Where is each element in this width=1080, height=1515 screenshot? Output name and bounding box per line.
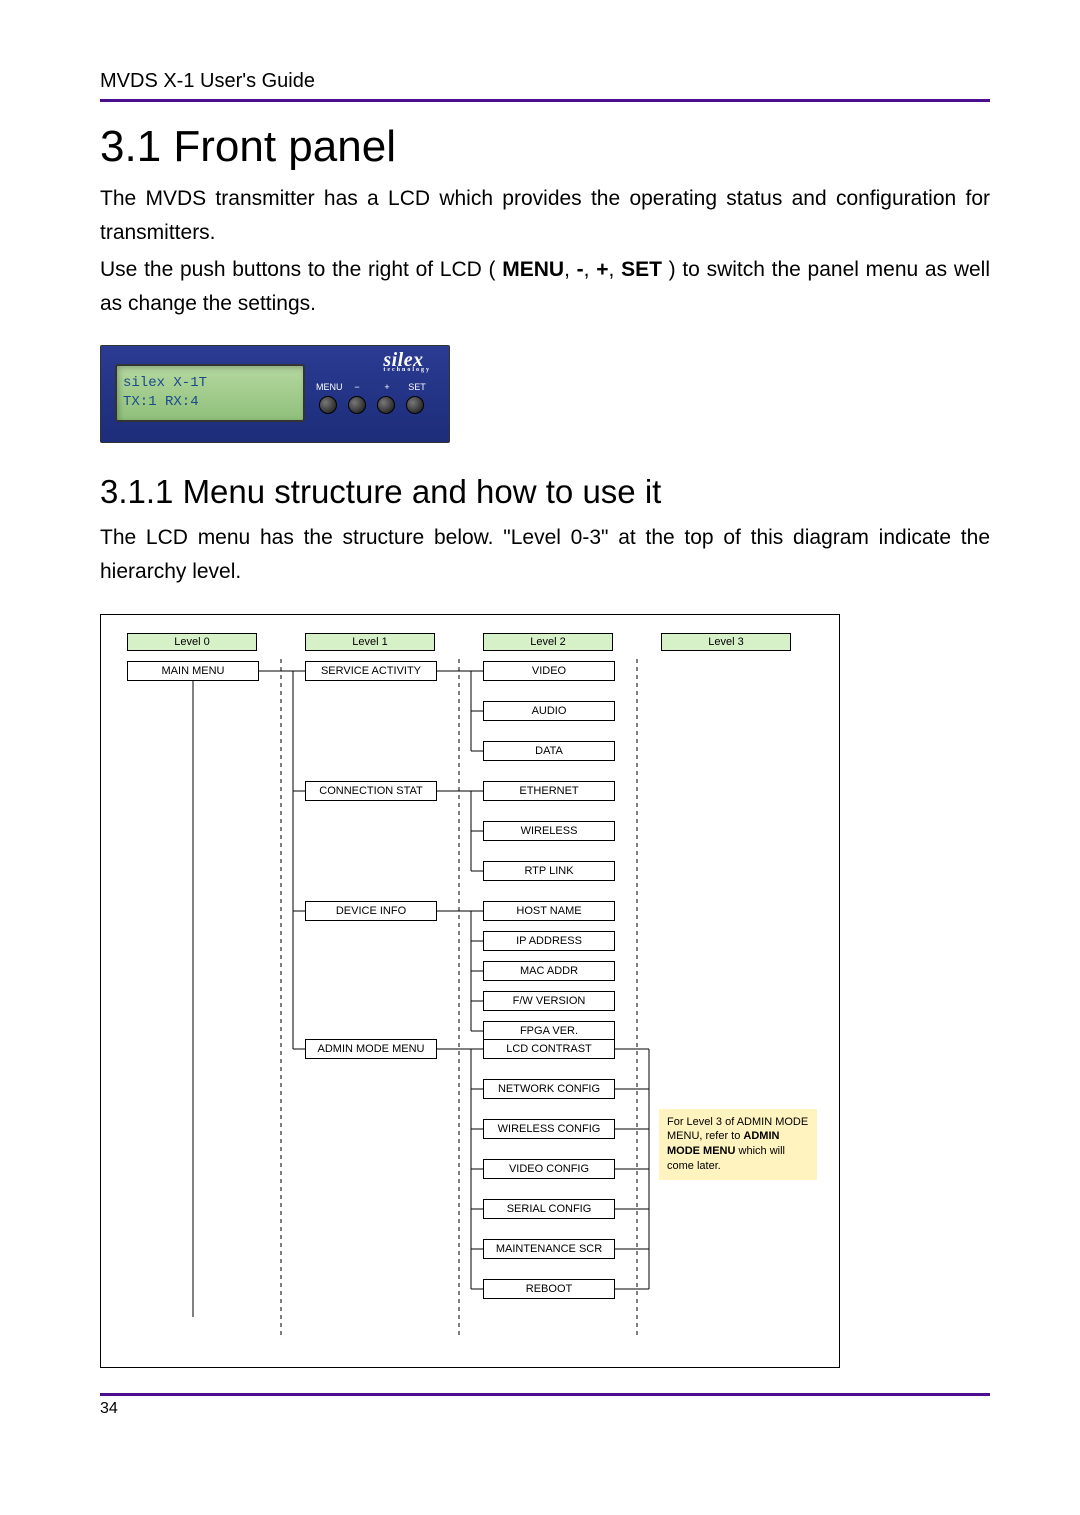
subsection-para: The LCD menu has the structure below. "L… xyxy=(100,521,990,588)
lcd-line-1: silex X-1T xyxy=(123,374,297,392)
node-maintenance-scr: MAINTENANCE SCR xyxy=(483,1239,615,1259)
node-mac-addr: MAC ADDR xyxy=(483,961,615,981)
label-minus: − xyxy=(346,382,368,392)
subsection-heading: 3.1.1 Menu structure and how to use it xyxy=(100,473,990,511)
menu-button-icon xyxy=(319,396,337,414)
device-brand: silex technology xyxy=(383,352,431,373)
node-network-config: NETWORK CONFIG xyxy=(483,1079,615,1099)
node-ip-address: IP ADDRESS xyxy=(483,931,615,951)
tree-connectors xyxy=(123,657,817,1337)
node-admin-mode-menu: ADMIN MODE MENU xyxy=(305,1039,437,1059)
level-header-2: Level 2 xyxy=(483,633,613,651)
device-lcd: silex X-1T TX:1 RX:4 xyxy=(115,364,305,422)
page-number: 34 xyxy=(100,1400,990,1418)
node-ethernet: ETHERNET xyxy=(483,781,615,801)
node-rtp-link: RTP LINK xyxy=(483,861,615,881)
footer-rule xyxy=(100,1393,990,1396)
lcd-line-2: TX:1 RX:4 xyxy=(123,393,297,411)
menu-tree-diagram: Level 0 Level 1 Level 2 Level 3 xyxy=(100,614,840,1368)
label-set: SET xyxy=(406,382,428,392)
node-audio: AUDIO xyxy=(483,701,615,721)
level3-note: For Level 3 of ADMIN MODE MENU, refer to… xyxy=(659,1109,817,1180)
para2-menu: MENU xyxy=(502,258,564,281)
node-service-activity: SERVICE ACTIVITY xyxy=(305,661,437,681)
node-reboot: REBOOT xyxy=(483,1279,615,1299)
node-wireless: WIRELESS xyxy=(483,821,615,841)
node-main-menu: MAIN MENU xyxy=(127,661,259,681)
label-menu: MENU xyxy=(316,382,338,392)
node-fw-version: F/W VERSION xyxy=(483,991,615,1011)
plus-button-icon xyxy=(377,396,395,414)
level-header-3: Level 3 xyxy=(661,633,791,651)
para2-set: SET xyxy=(621,258,662,281)
device-photo: silex X-1T TX:1 RX:4 silex technology ME… xyxy=(100,345,450,443)
section-para-2: Use the push buttons to the right of LCD… xyxy=(100,253,990,320)
node-device-info: DEVICE INFO xyxy=(305,901,437,921)
node-fpga-ver: FPGA VER. xyxy=(483,1021,615,1041)
level-header-0: Level 0 xyxy=(127,633,257,651)
node-video: VIDEO xyxy=(483,661,615,681)
node-host-name: HOST NAME xyxy=(483,901,615,921)
level-header-1: Level 1 xyxy=(305,633,435,651)
node-serial-config: SERIAL CONFIG xyxy=(483,1199,615,1219)
node-video-config: VIDEO CONFIG xyxy=(483,1159,615,1179)
para2-minus: - xyxy=(577,258,584,281)
node-lcd-contrast: LCD CONTRAST xyxy=(483,1039,615,1059)
doc-header: MVDS X-1 User's Guide xyxy=(100,70,990,93)
node-wireless-config: WIRELESS CONFIG xyxy=(483,1119,615,1139)
para2-plus: + xyxy=(596,258,608,281)
section-heading: 3.1 Front panel xyxy=(100,122,990,172)
node-data: DATA xyxy=(483,741,615,761)
para2-pre: Use the push buttons to the right of LCD… xyxy=(100,258,502,281)
set-button-icon xyxy=(406,396,424,414)
device-button-labels: MENU − + SET xyxy=(316,382,436,392)
header-rule xyxy=(100,99,990,102)
label-plus: + xyxy=(376,382,398,392)
minus-button-icon xyxy=(348,396,366,414)
device-buttons xyxy=(319,396,424,414)
section-para-1: The MVDS transmitter has a LCD which pro… xyxy=(100,182,990,249)
node-connection-stat: CONNECTION STAT xyxy=(305,781,437,801)
